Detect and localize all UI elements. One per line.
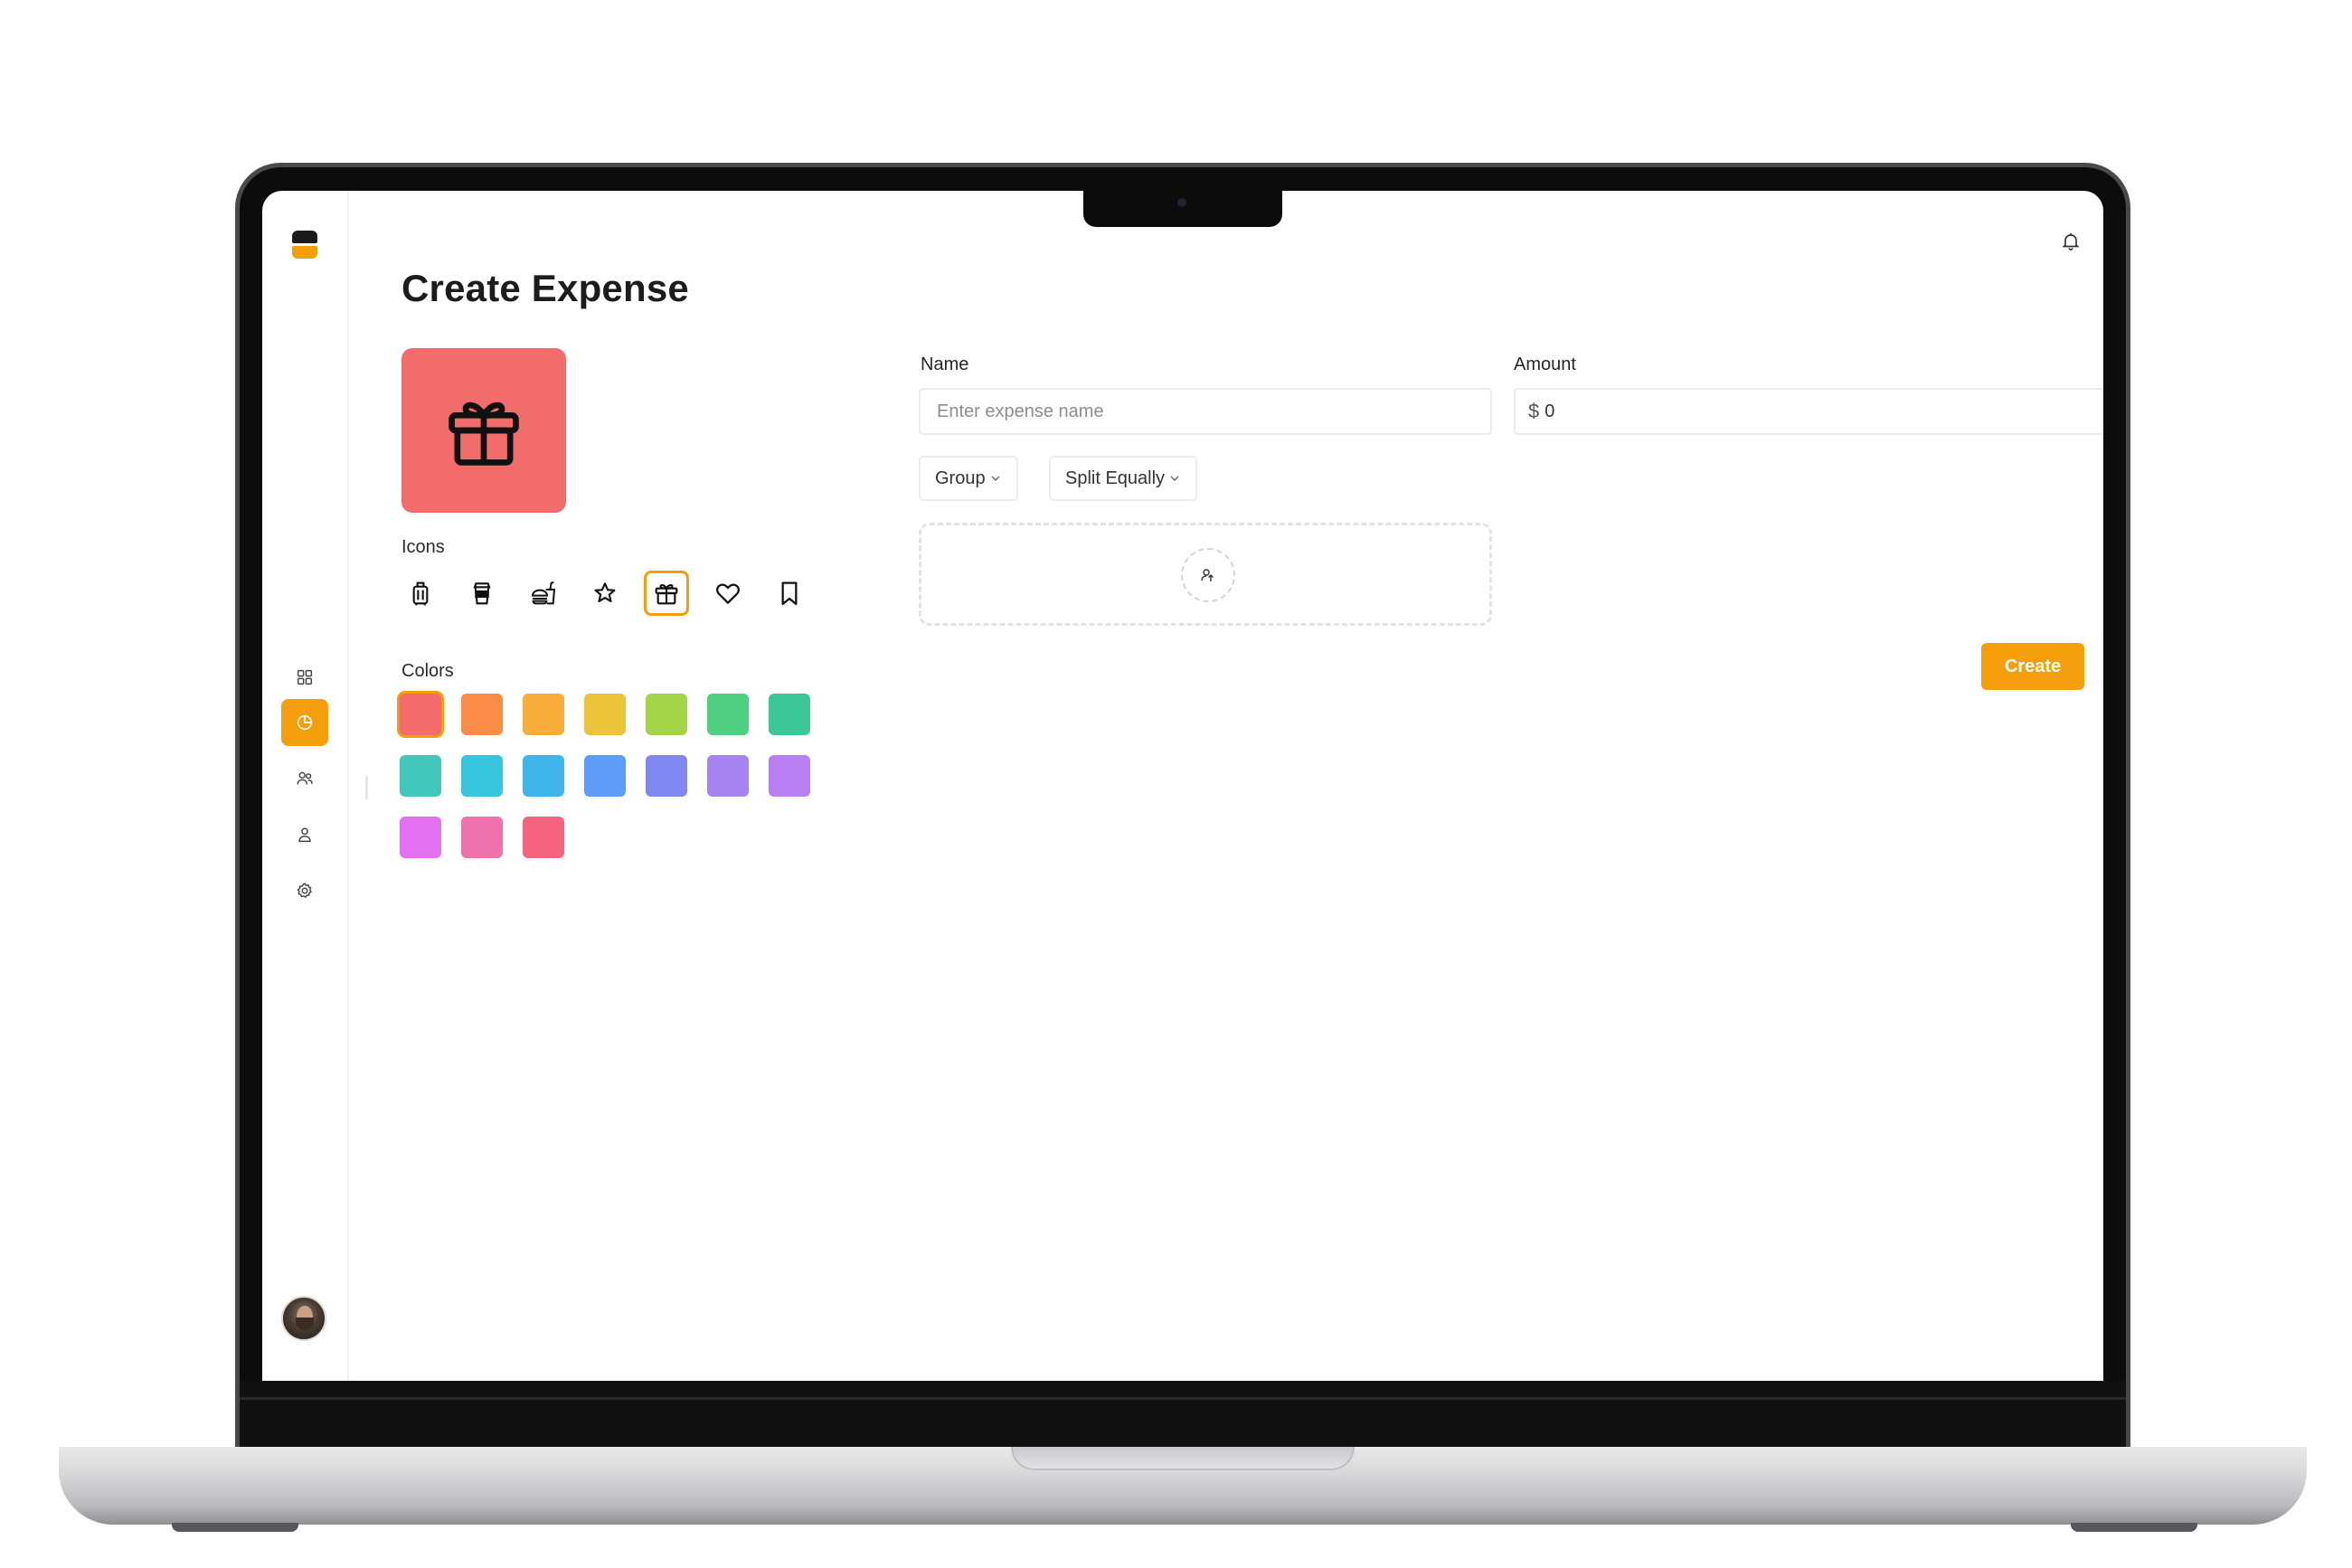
icons-label: Icons	[401, 537, 445, 557]
gear-icon	[297, 883, 312, 899]
color-swatch[interactable]	[707, 694, 749, 735]
color-swatch[interactable]	[461, 694, 503, 735]
color-swatch[interactable]	[523, 817, 564, 858]
color-swatch[interactable]	[461, 755, 503, 797]
color-swatch[interactable]	[646, 755, 687, 797]
color-swatch[interactable]	[523, 694, 564, 735]
upload-icon	[1201, 569, 1214, 581]
sidebar-item-friends[interactable]	[281, 755, 328, 802]
gift-icon	[449, 401, 519, 466]
expense-icon-preview	[401, 348, 566, 513]
color-swatch[interactable]	[707, 755, 749, 797]
gift-icon	[655, 584, 678, 605]
amount-label: Amount	[1514, 354, 1576, 374]
camera-lens	[1177, 198, 1186, 207]
expense-name-input[interactable]	[919, 388, 1492, 435]
coffee-cup-icon	[473, 582, 491, 605]
app-logo[interactable]	[292, 231, 317, 261]
amount-input[interactable]	[1544, 401, 2052, 422]
icon-option-gift[interactable]	[644, 571, 689, 616]
amount-field[interactable]: $	[1514, 388, 2103, 435]
laptop-foot-right	[2071, 1523, 2197, 1532]
icon-option-star[interactable]	[582, 571, 628, 616]
sidebar-resize-handle[interactable]	[365, 776, 368, 799]
split-dropdown[interactable]: Split Equally	[1049, 456, 1198, 501]
create-button[interactable]: Create	[1981, 643, 2084, 690]
chevron-down-icon	[991, 476, 1000, 481]
group-dropdown[interactable]: Group	[919, 456, 1018, 501]
color-swatch[interactable]	[584, 755, 626, 797]
color-swatch[interactable]	[400, 694, 441, 735]
grid-icon	[297, 669, 313, 685]
app-screen: Create Expense Icons Colors Name Enter e…	[262, 191, 2103, 1381]
upload-button[interactable]	[1181, 548, 1235, 602]
suitcase-icon	[412, 581, 429, 606]
color-picker	[400, 694, 870, 858]
icon-option-fast-food[interactable]	[521, 571, 566, 616]
laptop-chin-line	[240, 1397, 2126, 1400]
upload-dropzone[interactable]	[919, 523, 1492, 626]
laptop-base-notch	[1011, 1447, 1355, 1470]
user-icon	[298, 827, 311, 843]
icon-option-suitcase[interactable]	[398, 571, 443, 616]
star-icon	[594, 582, 616, 602]
page-title: Create Expense	[401, 267, 689, 309]
color-swatch[interactable]	[400, 817, 441, 858]
sidebar	[262, 191, 349, 1381]
icon-option-coffee[interactable]	[459, 571, 505, 616]
users-icon	[297, 771, 313, 785]
color-swatch[interactable]	[646, 694, 687, 735]
pie-chart-icon	[297, 714, 313, 731]
split-dropdown-label: Split Equally	[1065, 468, 1166, 488]
color-swatch[interactable]	[461, 817, 503, 858]
sidebar-item-profile[interactable]	[281, 811, 328, 858]
sidebar-item-expenses[interactable]	[281, 699, 328, 746]
camera-notch	[1083, 191, 1282, 227]
color-swatch[interactable]	[769, 694, 810, 735]
sidebar-item-dashboard[interactable]	[281, 654, 328, 701]
heart-icon	[716, 583, 740, 604]
fast-food-icon	[531, 581, 556, 605]
colors-label: Colors	[401, 661, 454, 681]
group-dropdown-label: Group	[935, 468, 986, 488]
color-swatch[interactable]	[584, 694, 626, 735]
icon-option-bookmark[interactable]	[767, 571, 812, 616]
chevron-down-icon	[1170, 476, 1179, 481]
bell-icon[interactable]	[2060, 231, 2082, 252]
color-swatch[interactable]	[400, 755, 441, 797]
sidebar-item-settings[interactable]	[281, 867, 328, 914]
laptop-foot-left	[172, 1523, 298, 1532]
name-label: Name	[921, 354, 969, 374]
icon-option-heart[interactable]	[705, 571, 751, 616]
bookmark-icon	[781, 581, 798, 606]
avatar[interactable]	[281, 1296, 326, 1341]
currency-symbol: $	[1528, 400, 1540, 422]
laptop-chin	[240, 1381, 2126, 1447]
color-swatch[interactable]	[523, 755, 564, 797]
color-swatch[interactable]	[769, 755, 810, 797]
icon-picker	[398, 571, 812, 616]
